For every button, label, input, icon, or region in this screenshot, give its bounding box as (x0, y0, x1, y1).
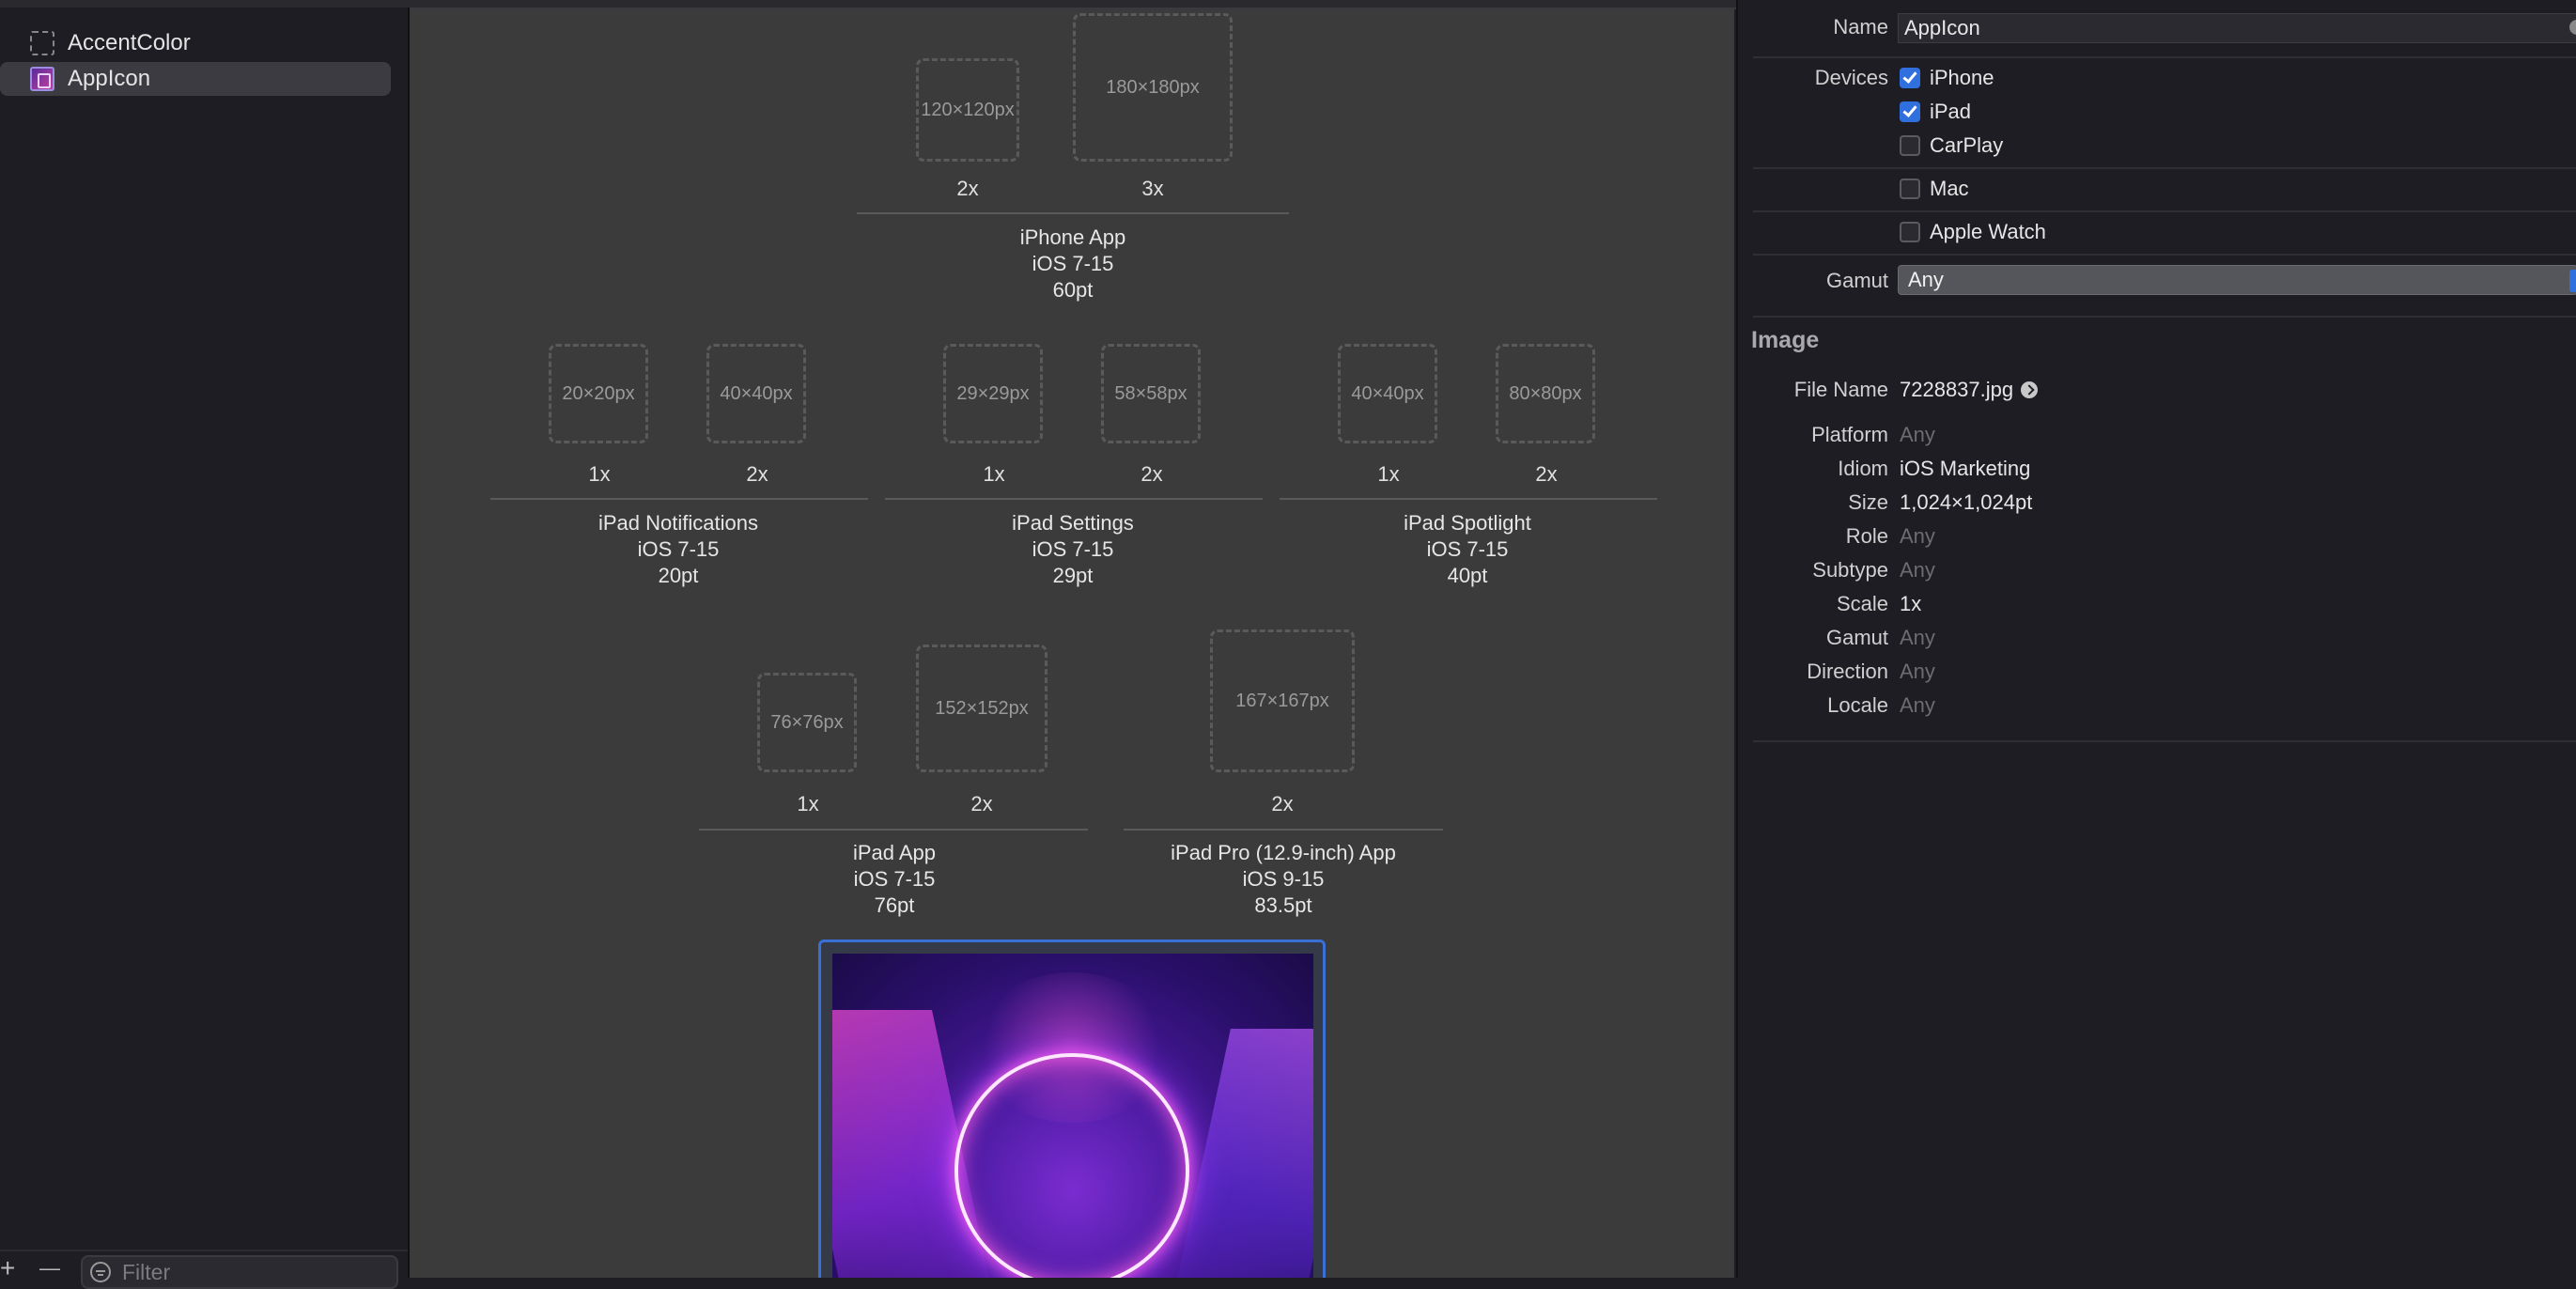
sidebar-item-appicon[interactable]: AppIcon (0, 62, 391, 96)
scale-label: 1x (797, 792, 819, 815)
scale-label: Scale (1836, 592, 1888, 615)
device-checkbox-apple-watch[interactable]: Apple Watch (1900, 220, 2046, 244)
size-value: 1,024×1,024pt (1900, 490, 2033, 514)
group-label-ipad-notifications: iPad Notifications iOS 7-15 20pt (598, 511, 758, 587)
idiom-label: Idiom (1838, 457, 1888, 480)
filter-input[interactable] (120, 1258, 368, 1286)
direction-value: Any (1900, 660, 1935, 683)
sidebar-item-accentcolor[interactable]: AccentColor (0, 26, 391, 60)
direction-label: Direction (1807, 660, 1888, 683)
device-checkbox-carplay[interactable]: CarPlay (1900, 133, 2003, 158)
idiom-value: iOS Marketing (1900, 457, 2031, 480)
scale-label: 2x (1141, 462, 1163, 486)
subtype-label: Subtype (1812, 558, 1888, 582)
gamut-label: Gamut (1825, 269, 1888, 292)
name-label: Name (1833, 15, 1888, 39)
marketing-icon-slot[interactable] (818, 940, 1326, 1278)
app-icon-image (832, 954, 1313, 1278)
group-divider (490, 498, 868, 500)
icon-slot[interactable]: 120×120px (916, 58, 1019, 162)
popup-arrow-icon (2569, 270, 2576, 292)
attributes-inspector: Name AppIcon Devices iPhone iPad CarPlay… (1736, 0, 2576, 1278)
divider (1753, 56, 2576, 58)
scale-label: 2x (1535, 462, 1558, 486)
icon-canvas: 120×120px 180×180px 2x 3x iPhone App iOS … (410, 9, 1734, 1278)
gamut-image-label: Gamut (1825, 626, 1888, 649)
asset-sidebar: AccentColor AppIcon + — (0, 8, 410, 1289)
divider (1753, 167, 2576, 169)
device-checkbox-ipad[interactable]: iPad (1900, 100, 1971, 124)
gamut-popup[interactable]: Any (1898, 265, 2576, 295)
divider (1753, 210, 2576, 212)
gamut-image-value: Any (1900, 626, 1935, 649)
size-label: Size (1848, 490, 1888, 514)
clear-icon[interactable] (2569, 20, 2576, 35)
icon-slot[interactable]: 152×152px (916, 644, 1047, 772)
checkbox-unchecked-icon[interactable] (1900, 135, 1920, 156)
icon-slot[interactable]: 76×76px (757, 673, 857, 772)
scale-value: 1x (1900, 592, 1922, 615)
group-label-ipad-pro-app: iPad Pro (12.9-inch) App iOS 9-15 83.5pt (1171, 841, 1396, 917)
group-divider (885, 498, 1263, 500)
role-label: Role (1845, 524, 1888, 548)
sidebar-item-label: AppIcon (68, 66, 151, 91)
scale-label: 2x (1271, 792, 1294, 815)
icon-slot[interactable]: 80×80px (1496, 344, 1595, 443)
checkbox-unchecked-icon[interactable] (1900, 222, 1920, 242)
group-divider (699, 829, 1088, 831)
locale-label: Locale (1827, 693, 1888, 717)
sidebar-item-label: AccentColor (68, 30, 191, 55)
group-label-ipad-app: iPad App iOS 7-15 76pt (852, 841, 937, 917)
icon-slot[interactable]: 40×40px (706, 344, 806, 443)
role-value: Any (1900, 524, 1935, 548)
group-label-ipad-spotlight: iPad Spotlight iOS 7-15 40pt (1404, 511, 1531, 587)
icon-slot[interactable]: 20×20px (549, 344, 648, 443)
app-icon-set-icon (30, 67, 54, 91)
icon-slot[interactable]: 167×167px (1210, 629, 1355, 772)
reveal-in-finder-icon[interactable] (2021, 381, 2039, 398)
scale-label: 2x (956, 177, 979, 200)
icon-slot[interactable]: 29×29px (943, 344, 1043, 443)
device-checkbox-mac[interactable]: Mac (1900, 177, 1969, 201)
color-set-icon (30, 31, 54, 55)
name-field[interactable]: AppIcon (1898, 13, 2576, 43)
checkbox-checked-icon[interactable] (1900, 68, 1920, 88)
file-name-value: 7228837.jpg (1900, 378, 2039, 402)
image-section-title: Image (1751, 327, 1820, 353)
group-label-ipad-settings: iPad Settings iOS 7-15 29pt (1012, 511, 1134, 587)
locale-value: Any (1900, 693, 1935, 717)
sidebar-footer: + — (0, 1250, 408, 1289)
subtype-value: Any (1900, 558, 1935, 582)
scale-label: 3x (1141, 177, 1164, 200)
divider (1753, 316, 2576, 318)
checkbox-unchecked-icon[interactable] (1900, 179, 1920, 199)
scale-label: 1x (1377, 462, 1400, 486)
platform-value: Any (1900, 423, 1935, 446)
filter-icon (90, 1262, 111, 1282)
checkbox-checked-icon[interactable] (1900, 101, 1920, 122)
scale-label: 1x (588, 462, 611, 486)
devices-label: Devices (1814, 66, 1888, 89)
add-button[interactable]: + (0, 1253, 15, 1283)
platform-label: Platform (1811, 423, 1888, 446)
scale-label: 2x (746, 462, 768, 486)
group-divider (1280, 498, 1657, 500)
scale-label: 2x (970, 792, 993, 815)
group-label-iphone-app: iPhone App iOS 7-15 60pt (1019, 225, 1126, 302)
icon-slot[interactable]: 58×58px (1101, 344, 1201, 443)
divider (1753, 740, 2576, 742)
group-divider (1124, 829, 1443, 831)
device-checkbox-iphone[interactable]: iPhone (1900, 66, 1994, 90)
scale-label: 1x (983, 462, 1005, 486)
group-divider (857, 212, 1289, 214)
icon-slot[interactable]: 180×180px (1073, 13, 1233, 162)
divider (1753, 254, 2576, 256)
file-name-label: File Name (1793, 378, 1888, 401)
filter-field[interactable] (81, 1255, 398, 1289)
icon-slot[interactable]: 40×40px (1338, 344, 1437, 443)
remove-button[interactable]: — (39, 1253, 60, 1283)
